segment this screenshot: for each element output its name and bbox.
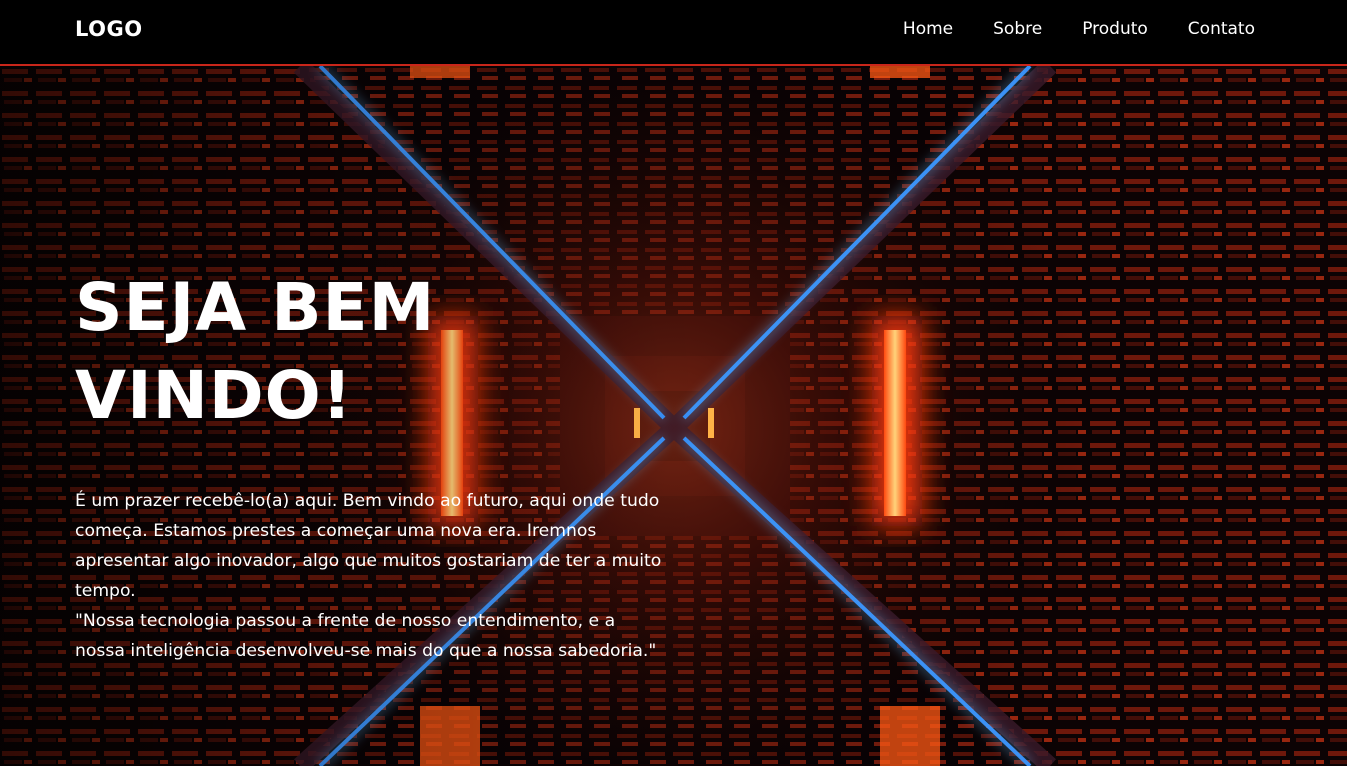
- nav-link-sobre[interactable]: Sobre: [993, 19, 1042, 39]
- hero-paragraph-quote: "Nossa tecnologia passou a frente de nos…: [75, 611, 657, 661]
- hero-section: SEJA BEM VINDO! É um prazer recebê-lo(a)…: [0, 66, 1347, 766]
- site-header: LOGO Home Sobre Produto Contato: [0, 0, 1347, 66]
- landing-page: LOGO Home Sobre Produto Contato SEJA BEM…: [0, 0, 1347, 766]
- hero-paragraph-intro: É um prazer recebê-lo(a) aqui. Bem vindo…: [75, 491, 662, 601]
- hero-content: SEJA BEM VINDO! É um prazer recebê-lo(a)…: [75, 264, 675, 666]
- logo[interactable]: LOGO: [75, 17, 143, 41]
- hero-description: É um prazer recebê-lo(a) aqui. Bem vindo…: [75, 486, 665, 666]
- hero-title: SEJA BEM VINDO!: [75, 269, 436, 434]
- nav-link-contato[interactable]: Contato: [1188, 19, 1255, 39]
- nav-link-produto[interactable]: Produto: [1082, 19, 1148, 39]
- main-nav: Home Sobre Produto Contato: [903, 19, 1255, 39]
- nav-link-home[interactable]: Home: [903, 19, 953, 39]
